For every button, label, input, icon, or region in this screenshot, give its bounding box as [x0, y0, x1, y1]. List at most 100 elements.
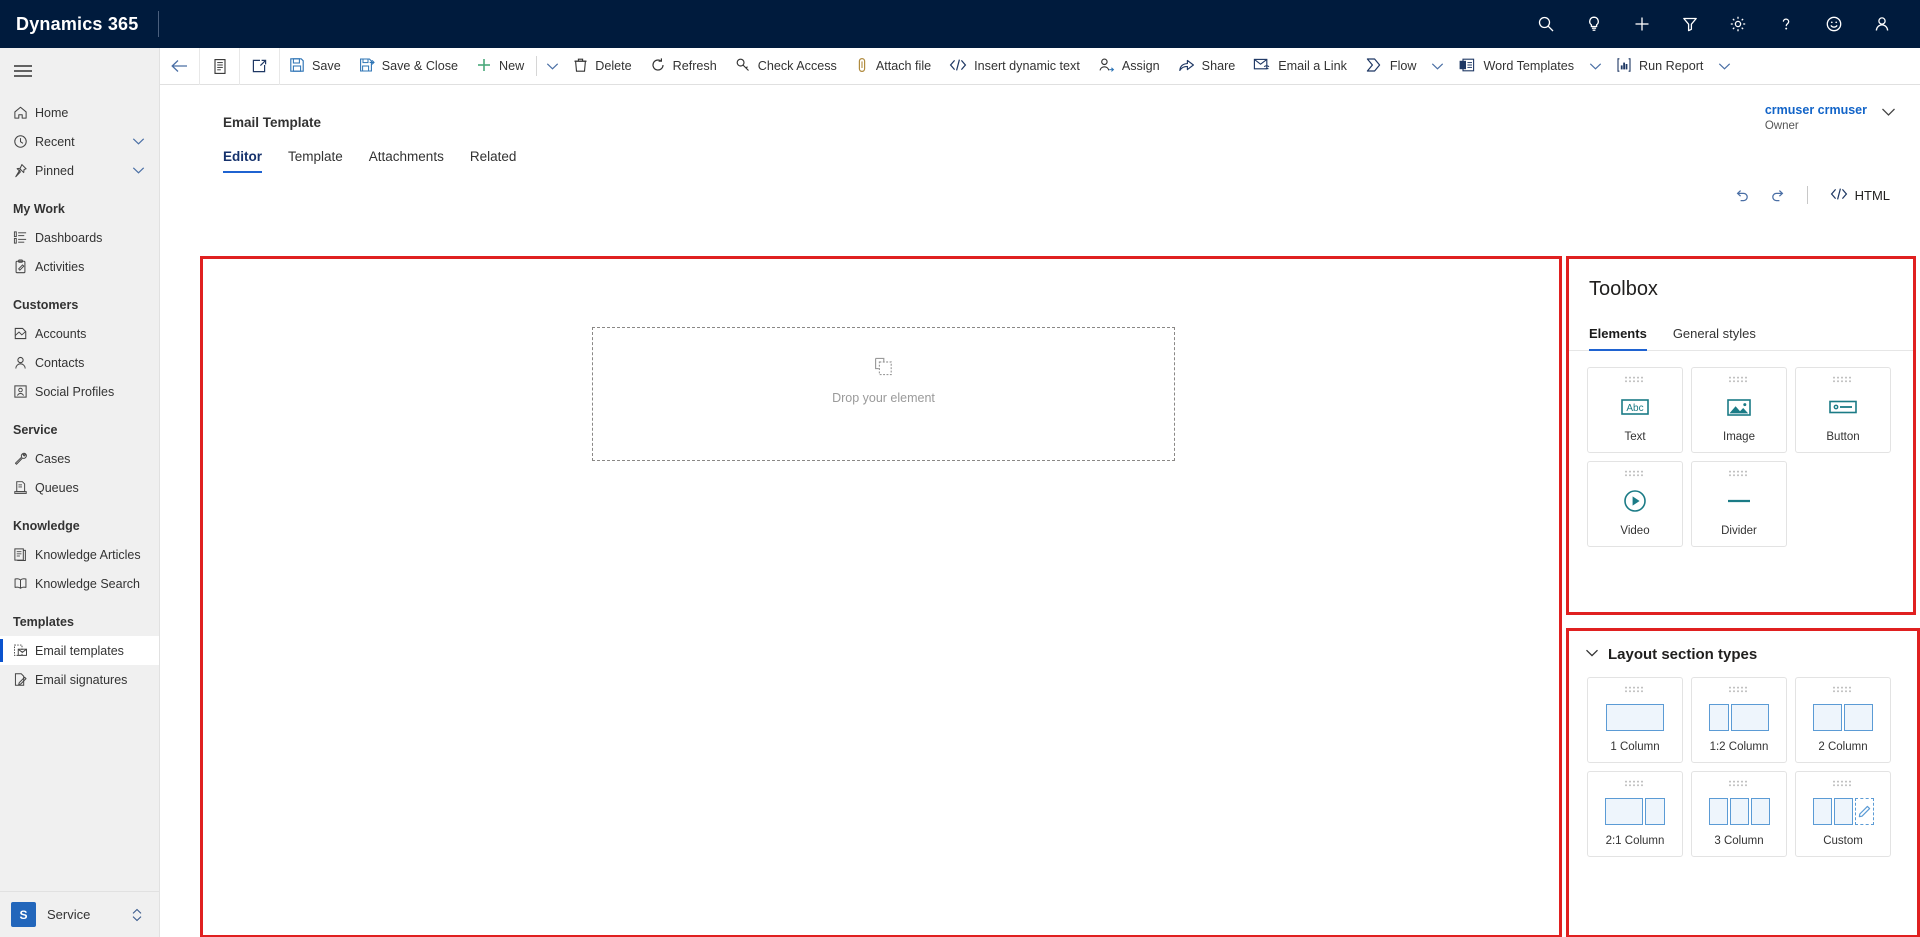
- sidebar-item-label: Cases: [35, 451, 71, 466]
- form-selector-button[interactable]: [200, 47, 240, 85]
- sidebar-item-accounts[interactable]: Accounts: [0, 319, 159, 348]
- element-tile-video[interactable]: Video: [1587, 461, 1683, 547]
- sidebar-item-contacts[interactable]: Contacts: [0, 348, 159, 377]
- element-tile-button[interactable]: Button: [1795, 367, 1891, 453]
- question-icon[interactable]: [1762, 0, 1810, 48]
- word-templates-button[interactable]: Word Templates: [1449, 48, 1583, 85]
- layout-tile-3-column[interactable]: 3 Column: [1691, 771, 1787, 857]
- sidebar-item-social-profiles[interactable]: Social Profiles: [0, 377, 159, 406]
- word-templates-chevron-icon[interactable]: [1583, 48, 1607, 85]
- column-box: [1729, 797, 1749, 825]
- layout-tile-1-2-column[interactable]: 1:2 Column: [1691, 677, 1787, 763]
- save-close-icon: [359, 57, 375, 76]
- sidebar-item-dashboards[interactable]: Dashboards: [0, 223, 159, 252]
- element-tile-image[interactable]: Image: [1691, 367, 1787, 453]
- filter-icon[interactable]: [1666, 0, 1714, 48]
- email-signature-icon: [13, 671, 35, 689]
- run-report-button[interactable]: Run Report: [1607, 48, 1712, 85]
- save-and-close-button[interactable]: Save & Close: [350, 48, 467, 85]
- sidebar-item-recent[interactable]: Recent: [0, 127, 159, 156]
- drag-handle-icon[interactable]: [1832, 376, 1854, 383]
- sidebar-item-email-signatures[interactable]: Email signatures: [0, 665, 159, 694]
- key-icon: [735, 57, 751, 76]
- dropzone-label: Drop your element: [832, 391, 935, 405]
- redo-icon[interactable]: [1763, 181, 1793, 209]
- layout-preview-3-column: [1692, 787, 1786, 835]
- flow-button[interactable]: Flow: [1356, 48, 1426, 85]
- save-button[interactable]: Save: [280, 48, 350, 85]
- sidebar-item-home[interactable]: Home: [0, 98, 159, 127]
- sidebar-item-cases[interactable]: Cases: [0, 444, 159, 473]
- drag-handle-icon[interactable]: [1832, 780, 1854, 787]
- element-tile-label: Button: [1826, 431, 1860, 443]
- sidebar-item-pinned[interactable]: Pinned: [0, 156, 159, 185]
- new-button[interactable]: New: [467, 48, 533, 85]
- hamburger-menu-icon[interactable]: [0, 48, 159, 94]
- page-title: Email Template: [223, 115, 322, 130]
- drag-handle-icon[interactable]: [1832, 686, 1854, 693]
- sidebar-item-activities[interactable]: Activities: [0, 252, 159, 281]
- drag-handle-icon[interactable]: [1624, 470, 1646, 477]
- tab-general-styles[interactable]: General styles: [1673, 326, 1756, 350]
- drag-handle-icon[interactable]: [1624, 780, 1646, 787]
- flow-chevron-icon[interactable]: [1425, 48, 1449, 85]
- layout-tile-2-1-column[interactable]: 2:1 Column: [1587, 771, 1683, 857]
- drag-handle-icon[interactable]: [1728, 686, 1750, 693]
- owner-name[interactable]: crmuser crmuser: [1765, 103, 1867, 117]
- html-view-button[interactable]: HTML: [1822, 183, 1898, 208]
- drag-handle-icon[interactable]: [1624, 686, 1646, 693]
- layout-tile-2-column[interactable]: 2 Column: [1795, 677, 1891, 763]
- smiley-icon[interactable]: [1810, 0, 1858, 48]
- drag-handle-icon[interactable]: [1728, 780, 1750, 787]
- tab-elements[interactable]: Elements: [1589, 326, 1647, 351]
- sidebar-item-label: Pinned: [35, 163, 74, 178]
- plus-icon[interactable]: [1618, 0, 1666, 48]
- layout-section-panel: Layout section types 1 Column 1:2 Column: [1566, 628, 1920, 937]
- person-icon[interactable]: [1858, 0, 1906, 48]
- email-editor-canvas[interactable]: Drop your element: [200, 256, 1562, 937]
- layout-tile-1-column[interactable]: 1 Column: [1587, 677, 1683, 763]
- attach-file-button[interactable]: Attach file: [846, 48, 940, 85]
- tab-editor[interactable]: Editor: [223, 143, 274, 173]
- drag-handle-icon[interactable]: [1624, 376, 1646, 383]
- drag-handle-icon[interactable]: [1728, 376, 1750, 383]
- run-report-chevron-icon[interactable]: [1712, 48, 1736, 85]
- popout-button[interactable]: [240, 47, 280, 85]
- lightbulb-icon[interactable]: [1570, 0, 1618, 48]
- layout-section-header[interactable]: Layout section types: [1569, 631, 1917, 663]
- drag-handle-icon[interactable]: [1728, 470, 1750, 477]
- gear-icon[interactable]: [1714, 0, 1762, 48]
- chevron-down-icon[interactable]: [132, 166, 159, 175]
- check-access-button[interactable]: Check Access: [726, 48, 846, 85]
- share-button[interactable]: Share: [1169, 48, 1245, 85]
- chevron-down-icon[interactable]: [132, 137, 159, 146]
- refresh-button[interactable]: Refresh: [641, 48, 726, 85]
- back-button[interactable]: [160, 47, 200, 85]
- layout-tile-custom[interactable]: Custom: [1795, 771, 1891, 857]
- tab-related[interactable]: Related: [470, 143, 529, 173]
- sidebar-item-knowledge-search[interactable]: Knowledge Search: [0, 569, 159, 598]
- chevron-updown-icon[interactable]: [131, 907, 159, 923]
- app-switcher[interactable]: S Service: [0, 891, 159, 937]
- tab-attachments[interactable]: Attachments: [369, 143, 456, 173]
- sidebar-item-knowledge-articles[interactable]: Knowledge Articles: [0, 540, 159, 569]
- sidebar-item-email-templates[interactable]: Email templates: [0, 636, 159, 665]
- sidebar-item-label: Activities: [35, 259, 85, 274]
- tab-template[interactable]: Template: [288, 143, 355, 173]
- insert-dynamic-text-button[interactable]: Insert dynamic text: [940, 48, 1089, 85]
- email-a-link-button[interactable]: Email a Link: [1244, 48, 1356, 85]
- assign-button[interactable]: Assign: [1089, 48, 1169, 85]
- sidebar-item-queues[interactable]: Queues: [0, 473, 159, 502]
- canvas-dropzone[interactable]: Drop your element: [592, 327, 1175, 461]
- chevron-down-icon[interactable]: [1585, 645, 1599, 663]
- search-icon[interactable]: [1522, 0, 1570, 48]
- owner-chevron-down-icon[interactable]: [1881, 107, 1896, 117]
- element-tile-text[interactable]: Abc Text: [1587, 367, 1683, 453]
- social-profiles-icon: [13, 383, 35, 401]
- record-tab-list: Editor Template Attachments Related: [223, 143, 542, 173]
- delete-button[interactable]: Delete: [564, 48, 640, 85]
- new-overflow-chevron-icon[interactable]: [540, 48, 564, 85]
- column-box: [1750, 797, 1770, 825]
- undo-icon[interactable]: [1727, 181, 1757, 209]
- element-tile-divider[interactable]: Divider: [1691, 461, 1787, 547]
